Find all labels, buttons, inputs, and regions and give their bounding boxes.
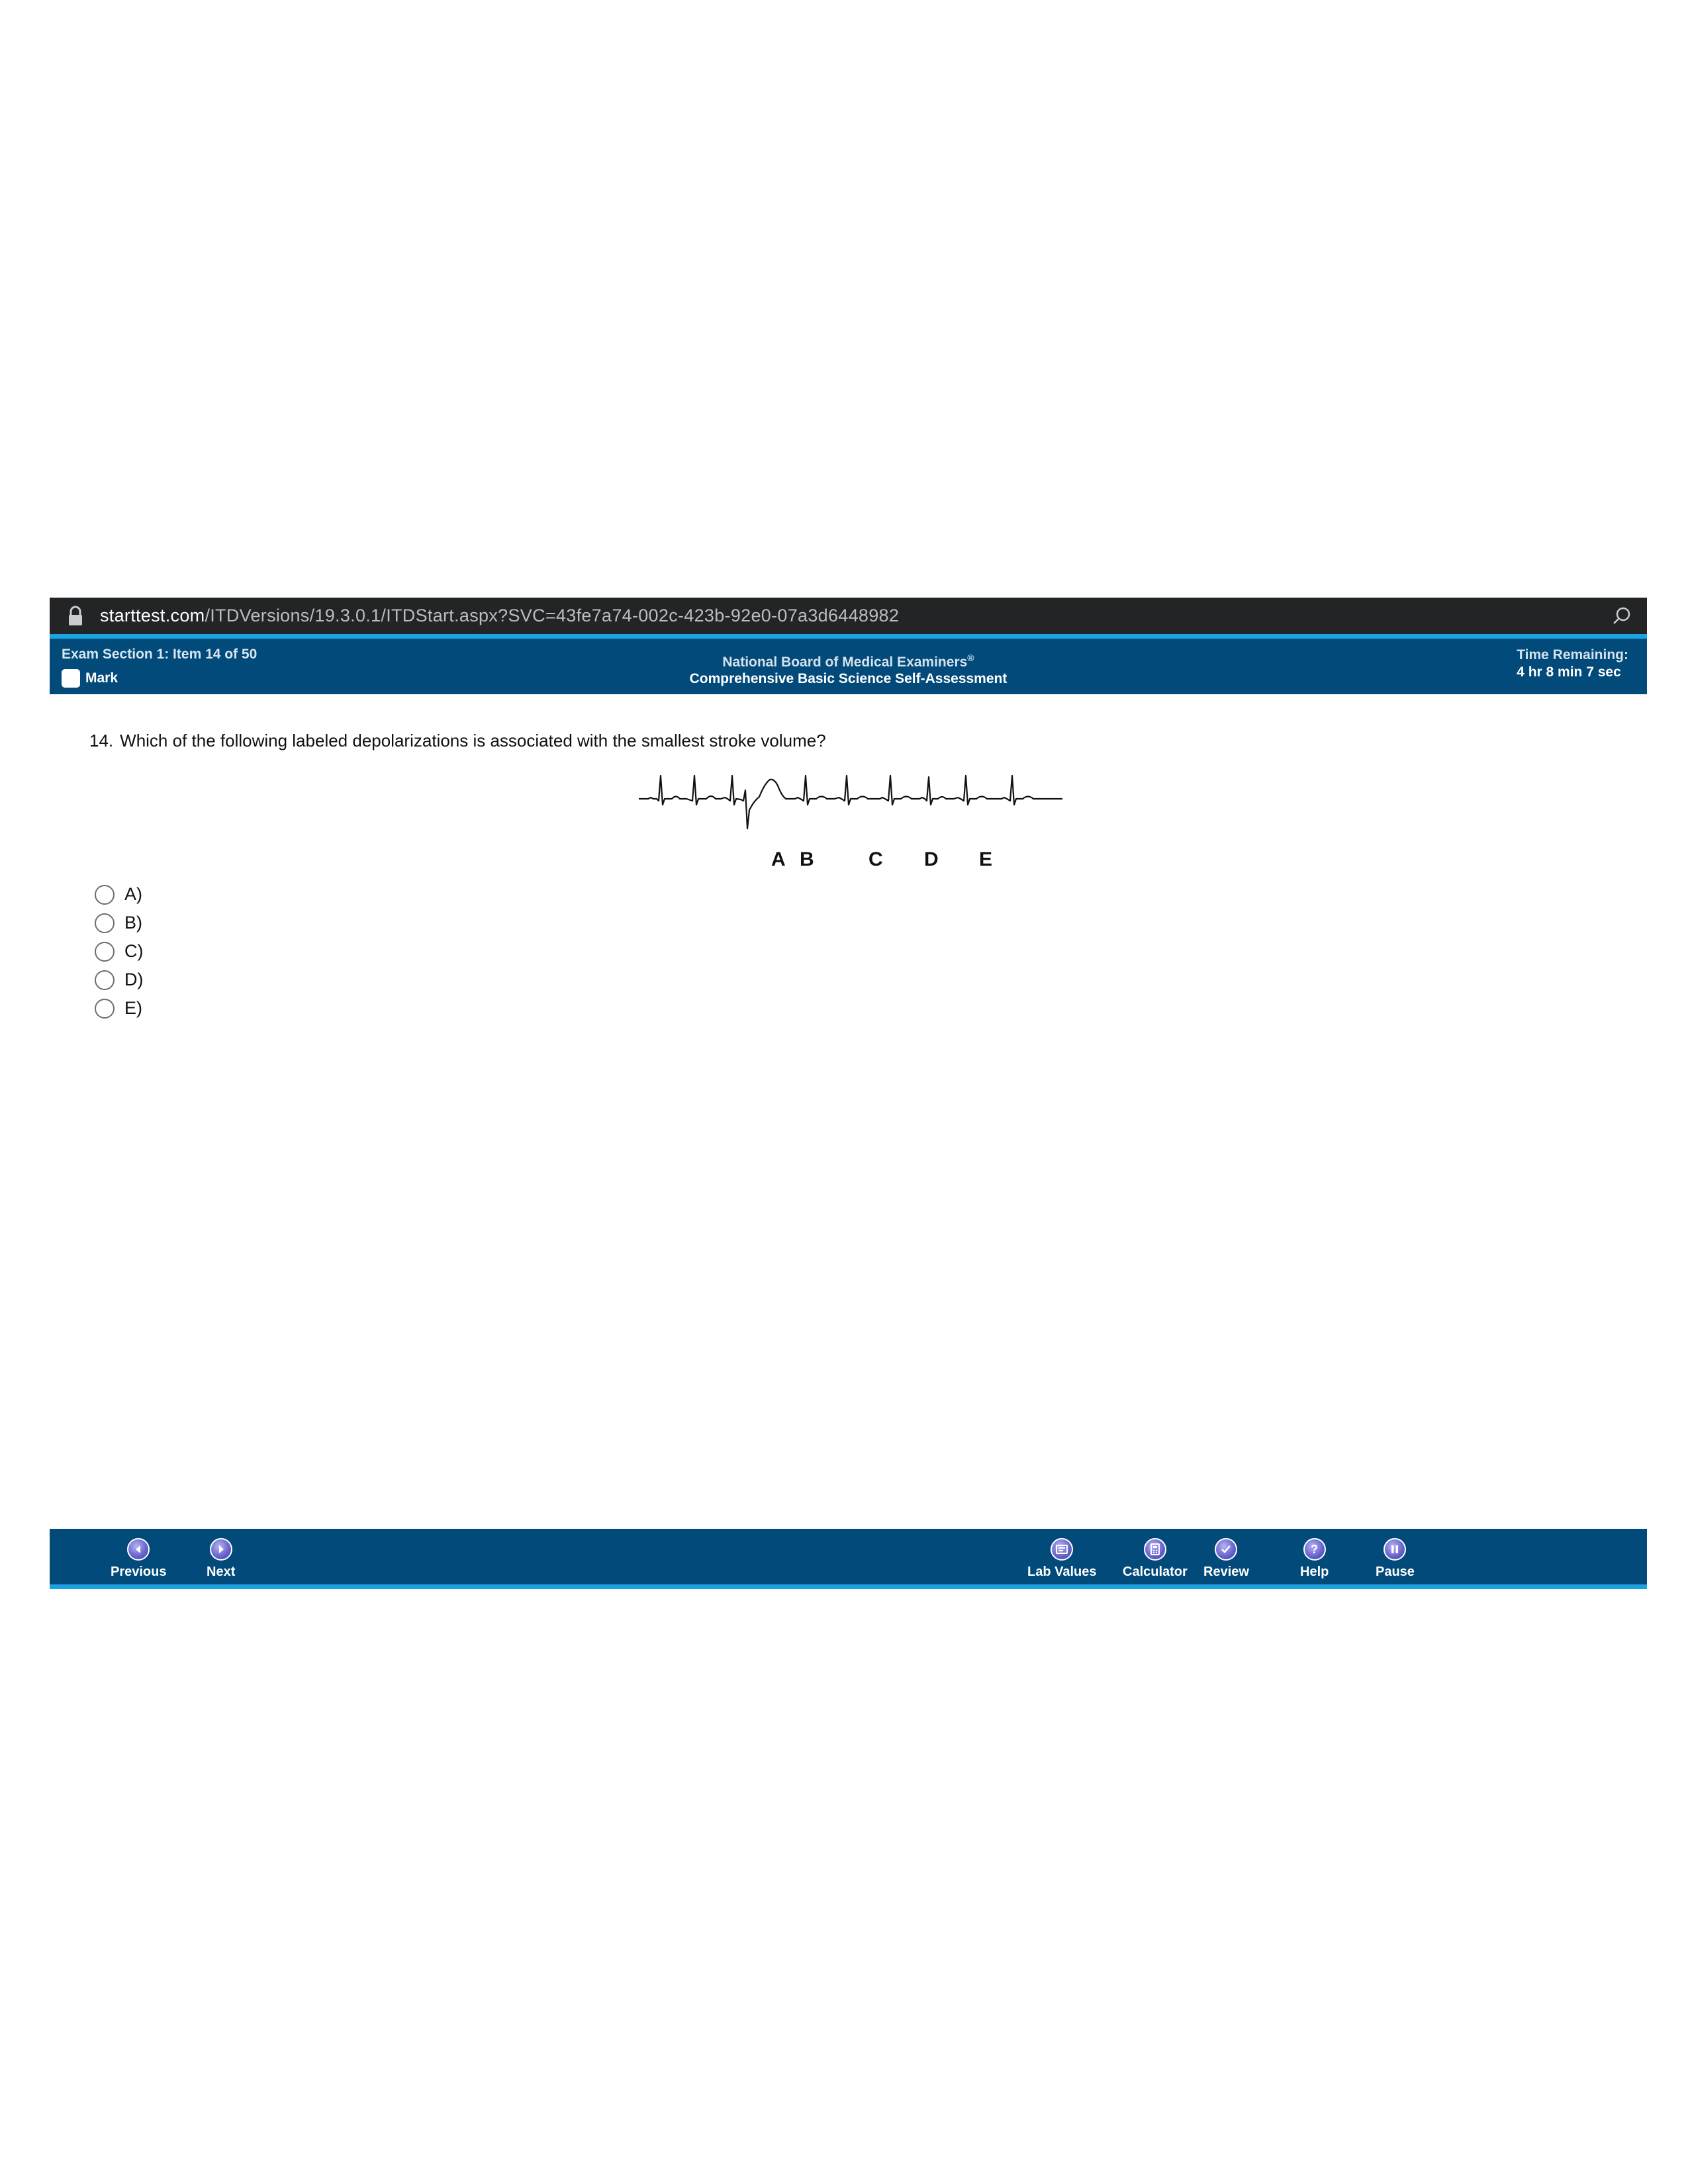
pause-icon	[1383, 1538, 1407, 1561]
next-button[interactable]: Next	[207, 1538, 235, 1580]
ecg-label-c: C	[868, 848, 883, 870]
question-stem: 14. Which of the following labeled depola…	[89, 731, 826, 751]
org-name: National Board of Medical Examiners	[722, 655, 968, 670]
ecg-label-a: A	[771, 848, 786, 870]
lab-values-icon	[1051, 1538, 1074, 1561]
checkmark-icon	[1215, 1538, 1238, 1561]
accent-line-top	[50, 634, 1647, 639]
zoom-icon[interactable]	[1611, 606, 1632, 627]
browser-address-bar[interactable]: starttest.com/ITDVersions/19.3.0.1/ITDSt…	[50, 598, 1647, 634]
lab-values-label: Lab Values	[1027, 1565, 1097, 1579]
radio-button[interactable]	[95, 913, 115, 933]
answer-label: A)	[124, 884, 142, 904]
answer-choices: A) B) C) D) E)	[95, 880, 144, 1023]
timer-block: Time Remaining: 4 hr 8 min 7 sec	[1517, 647, 1628, 681]
radio-button[interactable]	[95, 998, 115, 1019]
previous-button[interactable]: Previous	[111, 1538, 166, 1580]
question-text: Which of the following labeled depolariz…	[120, 731, 826, 751]
time-remaining-label: Time Remaining:	[1517, 647, 1628, 662]
answer-label: C)	[124, 941, 144, 961]
radio-button[interactable]	[95, 970, 115, 990]
lab-values-button[interactable]: Lab Values	[1027, 1538, 1097, 1580]
calculator-button[interactable]: Calculator	[1123, 1538, 1188, 1580]
registered-mark: ®	[967, 653, 974, 663]
ecg-strip-image	[639, 774, 1062, 830]
org-name-line: National Board of Medical Examiners®	[50, 650, 1647, 670]
question-number: 14.	[89, 731, 114, 751]
accent-line-bottom	[50, 1584, 1647, 1589]
url-host: starttest.com	[100, 606, 205, 625]
answer-label: B)	[124, 913, 142, 933]
url-path: /ITDVersions/19.3.0.1/ITDStart.aspx?SVC=…	[205, 606, 900, 625]
exam-title-block: National Board of Medical Examiners® Com…	[50, 650, 1647, 687]
ecg-label-e: E	[979, 848, 993, 870]
answer-label: D)	[124, 970, 144, 989]
answer-option-b[interactable]: B)	[95, 909, 144, 937]
help-label: Help	[1300, 1565, 1329, 1579]
next-arrow-icon	[209, 1538, 232, 1561]
pause-button[interactable]: Pause	[1376, 1538, 1415, 1580]
answer-option-d[interactable]: D)	[95, 966, 144, 994]
time-remaining-value: 4 hr 8 min 7 sec	[1517, 664, 1621, 680]
pause-label: Pause	[1376, 1565, 1415, 1579]
lock-icon	[66, 605, 85, 627]
previous-label: Previous	[111, 1565, 167, 1579]
footer-toolbar: Previous Next Lab Values Calculator Revi…	[50, 1529, 1647, 1584]
help-button[interactable]: ? Help	[1300, 1538, 1329, 1580]
radio-button[interactable]	[95, 884, 115, 905]
question-mark-icon: ?	[1303, 1538, 1326, 1561]
answer-option-c[interactable]: C)	[95, 937, 144, 966]
answer-option-a[interactable]: A)	[95, 880, 144, 909]
next-label: Next	[207, 1565, 236, 1579]
calculator-label: Calculator	[1123, 1565, 1188, 1579]
exam-title: Comprehensive Basic Science Self-Assessm…	[689, 671, 1008, 686]
ecg-label-b: B	[800, 848, 814, 870]
answer-option-e[interactable]: E)	[95, 994, 144, 1023]
radio-button[interactable]	[95, 941, 115, 962]
review-label: Review	[1203, 1565, 1249, 1579]
url-text[interactable]: starttest.com/ITDVersions/19.3.0.1/ITDSt…	[100, 606, 899, 626]
answer-label: E)	[124, 998, 142, 1018]
ecg-label-d: D	[924, 848, 939, 870]
ecg-labels: A B C D E	[639, 848, 1062, 875]
calculator-icon	[1143, 1538, 1166, 1561]
exam-header: Exam Section 1: Item 14 of 50 Mark Natio…	[50, 639, 1647, 694]
review-button[interactable]: Review	[1203, 1538, 1249, 1580]
previous-arrow-icon	[127, 1538, 150, 1561]
